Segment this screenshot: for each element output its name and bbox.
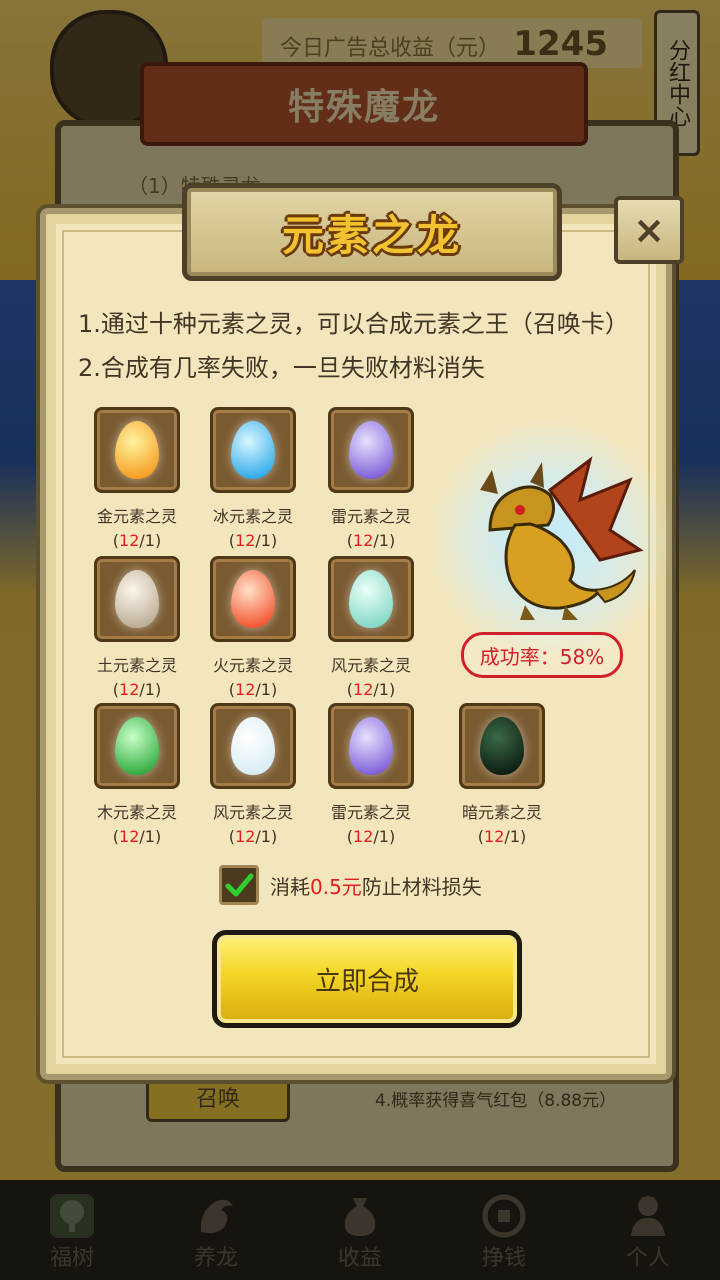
egg-have-count: 12 [235, 680, 256, 699]
dialog-title-plate: 元素之龙 [182, 183, 562, 281]
dark-egg-icon [480, 717, 524, 775]
egg-count: (12/1) [228, 680, 278, 699]
rule-line-2: 2.合成有几率失败，一旦失败材料消失 [78, 354, 485, 382]
egg-have-count: 12 [235, 531, 256, 550]
egg-have-count: 12 [353, 680, 374, 699]
egg-name: 风元素之灵 [330, 656, 411, 675]
egg-slot [210, 556, 296, 642]
egg-slot [328, 703, 414, 789]
egg-name: 雷元素之灵 [330, 803, 411, 822]
egg-have-count: 12 [484, 827, 505, 846]
egg-name: 火元素之灵 [212, 656, 293, 675]
fire-egg-icon [231, 570, 275, 628]
egg-have-count: 12 [119, 680, 140, 699]
egg-count: (12/1) [112, 827, 162, 846]
consume-suffix: 防止材料损失 [361, 875, 482, 899]
consume-prefix: 消耗 [270, 875, 310, 899]
egg-name: 土元素之灵 [96, 656, 177, 675]
egg-slot [94, 407, 180, 493]
egg-slot [210, 703, 296, 789]
success-rate-badge: 成功率：58% [461, 632, 623, 678]
egg-need-count: 1 [378, 827, 389, 846]
egg-have-count: 12 [353, 531, 374, 550]
egg-slot [94, 703, 180, 789]
egg-item-ice[interactable]: 冰元素之灵 (12/1) [193, 407, 313, 550]
gold-egg-icon [115, 421, 159, 479]
dialog-title: 元素之龙 [281, 210, 462, 260]
egg-item-wind[interactable]: 风元素之灵 (12/1) [311, 556, 431, 699]
close-icon: × [633, 208, 665, 252]
egg-item-earth[interactable]: 土元素之灵 (12/1) [77, 556, 197, 699]
wind-egg-icon [349, 570, 393, 628]
prevent-loss-checkbox[interactable] [219, 865, 259, 905]
egg-slot [210, 407, 296, 493]
egg-item-thunder-2[interactable]: 雷元素之灵 (12/1) [311, 703, 431, 846]
egg-count: (12/1) [477, 827, 527, 846]
prevent-loss-label: 消耗0.5元防止材料损失 [270, 871, 482, 900]
synthesize-button[interactable]: 立即合成 [212, 930, 522, 1028]
egg-need-count: 1 [260, 680, 271, 699]
egg-name: 冰元素之灵 [212, 507, 293, 526]
egg-count: (12/1) [346, 531, 396, 550]
egg-count: (12/1) [112, 531, 162, 550]
egg-need-count: 1 [378, 531, 389, 550]
egg-name: 雷元素之灵 [330, 507, 411, 526]
egg-need-count: 1 [509, 827, 520, 846]
egg-count: (12/1) [228, 827, 278, 846]
egg-item-wood[interactable]: 木元素之灵 (12/1) [77, 703, 197, 846]
consume-price: 0.5元 [310, 875, 362, 899]
egg-item-thunder[interactable]: 雷元素之灵 (12/1) [311, 407, 431, 550]
egg-need-count: 1 [260, 531, 271, 550]
check-icon [225, 873, 254, 897]
close-button[interactable]: × [614, 196, 684, 264]
thunder-egg-icon [349, 717, 393, 775]
egg-item-gold[interactable]: 金元素之灵 (12/1) [77, 407, 197, 550]
egg-count: (12/1) [112, 680, 162, 699]
egg-item-dark[interactable]: 暗元素之灵 (12/1) [442, 703, 562, 846]
egg-have-count: 12 [353, 827, 374, 846]
egg-name: 木元素之灵 [96, 803, 177, 822]
rule-line-1: 1.通过十种元素之灵，可以合成元素之王（召唤卡） [78, 310, 629, 338]
wood-egg-icon [115, 717, 159, 775]
egg-slot [328, 556, 414, 642]
egg-have-count: 12 [119, 531, 140, 550]
egg-name: 暗元素之灵 [461, 803, 542, 822]
egg-need-count: 1 [260, 827, 271, 846]
dragon-icon [480, 456, 644, 620]
egg-need-count: 1 [144, 827, 155, 846]
egg-count: (12/1) [346, 827, 396, 846]
ice-egg-icon [231, 421, 275, 479]
egg-have-count: 12 [119, 827, 140, 846]
egg-item-wind-white[interactable]: 风元素之灵 (12/1) [193, 703, 313, 846]
element-dragon-preview [430, 420, 670, 660]
egg-slot [94, 556, 180, 642]
egg-need-count: 1 [144, 680, 155, 699]
egg-need-count: 1 [144, 531, 155, 550]
egg-slot [459, 703, 545, 789]
egg-have-count: 12 [235, 827, 256, 846]
egg-item-fire[interactable]: 火元素之灵 (12/1) [193, 556, 313, 699]
egg-count: (12/1) [346, 680, 396, 699]
egg-count: (12/1) [228, 531, 278, 550]
egg-name: 金元素之灵 [96, 507, 177, 526]
earth-egg-icon [115, 570, 159, 628]
thunder-egg-icon [349, 421, 393, 479]
egg-name: 风元素之灵 [212, 803, 293, 822]
egg-need-count: 1 [378, 680, 389, 699]
wind-egg-icon [231, 717, 275, 775]
egg-slot [328, 407, 414, 493]
